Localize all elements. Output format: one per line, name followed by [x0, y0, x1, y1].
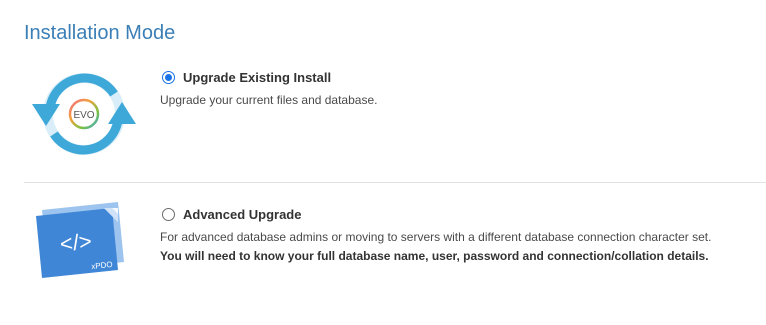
- option-advanced-upgrade[interactable]: Advanced Upgrade For advanced database a…: [160, 205, 712, 264]
- xpdo-glyph: </>: [59, 228, 93, 256]
- upgrade-existing-label[interactable]: Upgrade Existing Install: [183, 70, 331, 85]
- installation-mode-page: Installation Mode EVO Upgrade Existing I…: [0, 0, 766, 325]
- upgrade-existing-radio[interactable]: [162, 70, 175, 84]
- advanced-upgrade-label[interactable]: Advanced Upgrade: [183, 207, 301, 222]
- evo-icon-text: EVO: [73, 110, 94, 121]
- upgrade-existing-description: Upgrade your current files and database.: [160, 93, 378, 107]
- option-upgrade-existing[interactable]: Upgrade Existing Install Upgrade your cu…: [160, 68, 378, 108]
- xpdo-code-icon: </> xPDO: [36, 202, 124, 278]
- advanced-upgrade-radio[interactable]: [162, 207, 175, 221]
- advanced-upgrade-description: For advanced database admins or moving t…: [160, 230, 712, 244]
- advanced-upgrade-note: You will need to know your full database…: [160, 249, 709, 263]
- page-title: Installation Mode: [24, 22, 176, 44]
- divider: [24, 182, 766, 183]
- evo-sync-icon: EVO: [32, 73, 136, 155]
